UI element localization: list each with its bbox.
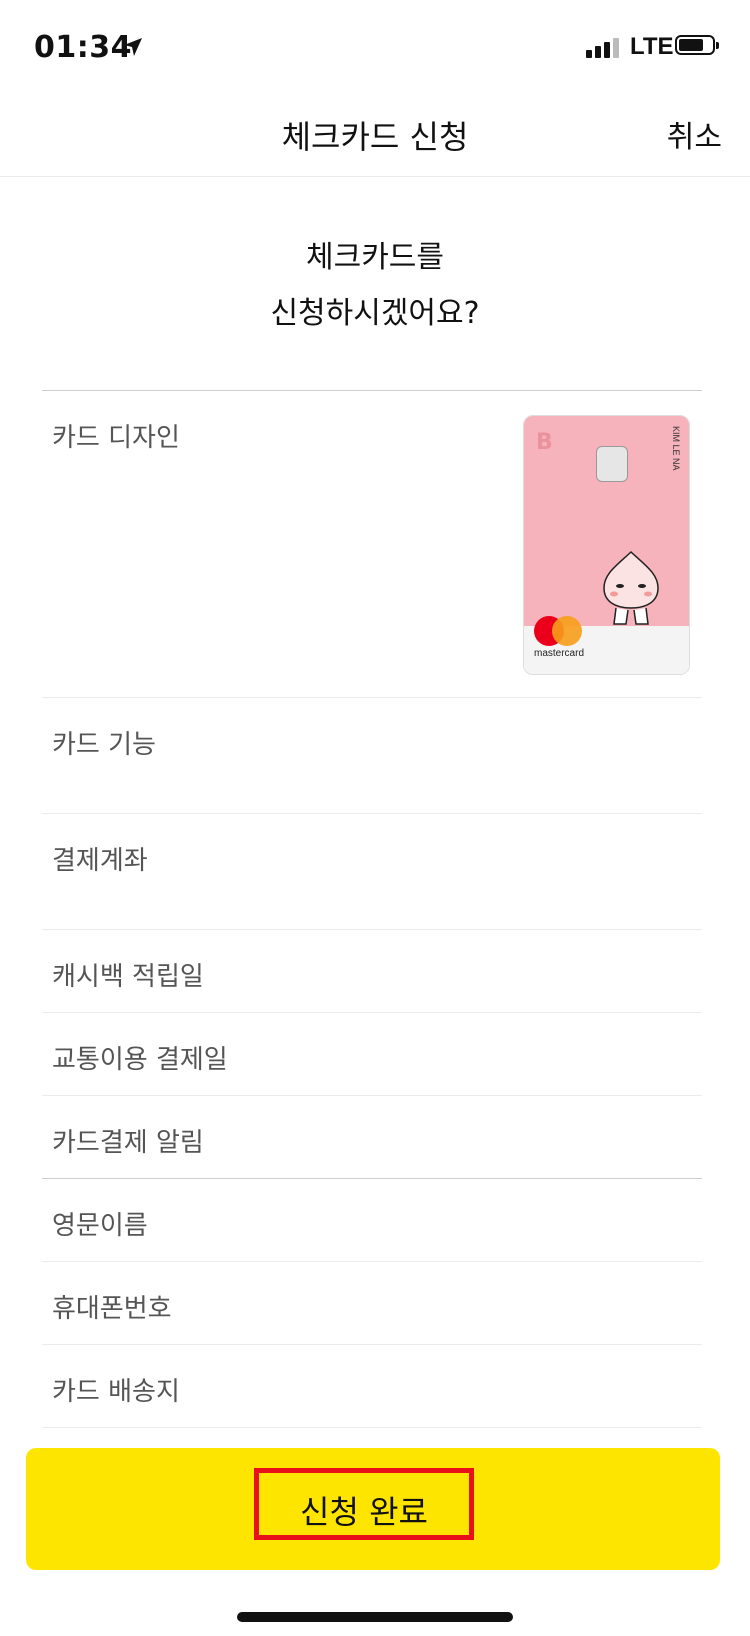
location-arrow-icon (124, 38, 142, 56)
card-chip-icon (596, 446, 628, 482)
row-label: 휴대폰번호 (52, 1294, 172, 1324)
card-brand-mark: B (536, 430, 553, 455)
row-payment-account: 결제계좌 (42, 814, 702, 930)
row-cashback-date: 캐시백 적립일 (42, 930, 702, 1013)
network-type: LTE (630, 33, 674, 60)
character-illustration (603, 550, 659, 625)
row-label: 교통이용 결제일 (52, 1045, 228, 1075)
battery-icon (675, 35, 719, 55)
signal-strength-icon (586, 36, 626, 58)
card-network-label: mastercard (534, 648, 585, 659)
page-title: 체크카드 신청 (281, 118, 469, 156)
row-label: 영문이름 (52, 1211, 148, 1241)
row-label: 캐시백 적립일 (52, 962, 204, 992)
card-holder-name: KIM LE NA (671, 426, 681, 471)
row-english-name: 영문이름 (42, 1179, 702, 1262)
row-label: 카드결제 알림 (52, 1128, 204, 1158)
navigation-bar: 체크카드 신청 취소 (0, 96, 750, 177)
heading-line-2: 신청하시겠어요? (270, 296, 480, 331)
complete-application-button[interactable]: 신청 완료 (26, 1448, 720, 1570)
row-label: 카드 기능 (52, 730, 156, 760)
row-label: 결제계좌 (52, 846, 148, 876)
row-phone-number: 휴대폰번호 (42, 1262, 702, 1345)
application-summary-list: 카드 디자인 B KIM LE NA mastercard 카드 기능 결제계좌… (42, 390, 702, 1428)
row-card-design: 카드 디자인 B KIM LE NA mastercard (42, 391, 702, 698)
status-bar: 01:34 LTE (0, 0, 750, 96)
row-delivery-address: 카드 배송지 (42, 1345, 702, 1428)
complete-button-label: 신청 완료 (300, 1493, 428, 1531)
card-design-image: B KIM LE NA mastercard (523, 415, 690, 675)
row-transit-payment-date: 교통이용 결제일 (42, 1013, 702, 1096)
row-label: 카드 디자인 (52, 423, 180, 453)
row-card-function: 카드 기능 (42, 698, 702, 814)
mastercard-logo-yellow (552, 616, 582, 646)
cancel-button[interactable]: 취소 (667, 112, 722, 156)
highlight-box: 신청 완료 (254, 1468, 474, 1540)
row-label: 카드 배송지 (52, 1377, 180, 1407)
status-time: 01:34 (34, 30, 132, 65)
heading-line-1: 체크카드를 (306, 240, 444, 275)
home-indicator (237, 1612, 513, 1622)
confirmation-heading: 체크카드를 신청하시겠어요? (0, 230, 750, 342)
row-payment-notification: 카드결제 알림 (42, 1096, 702, 1179)
